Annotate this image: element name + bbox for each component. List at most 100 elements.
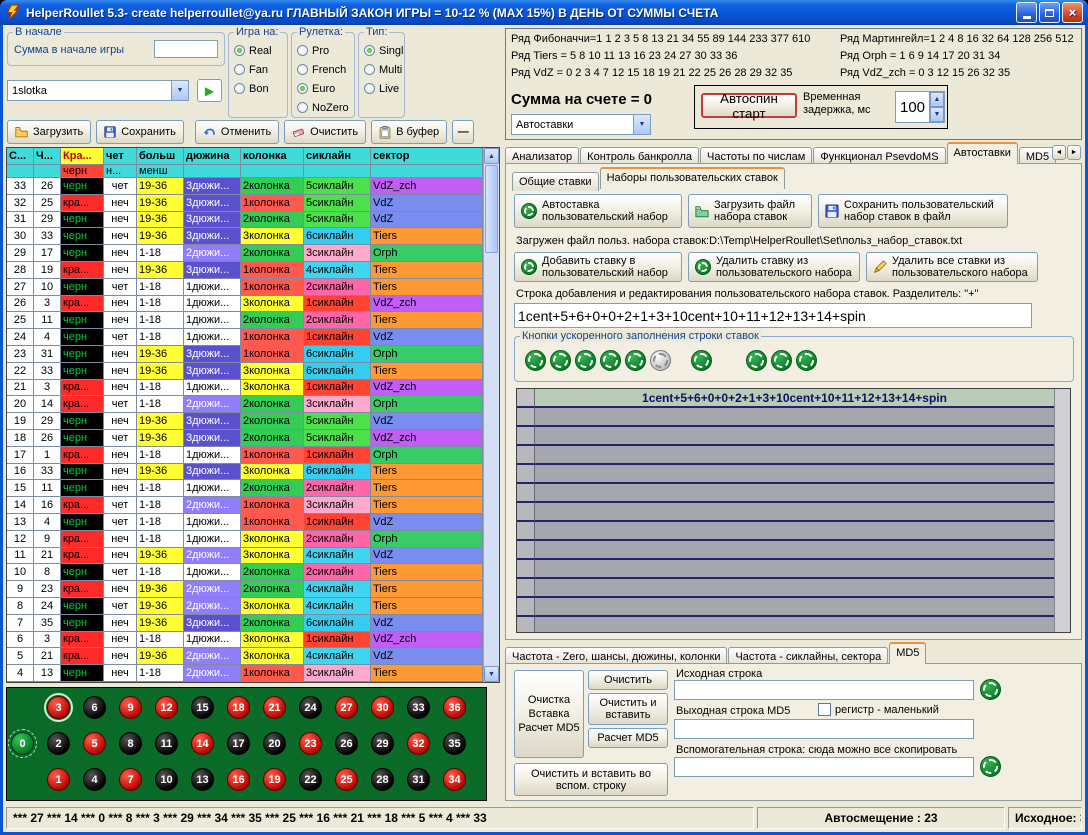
board-number-27[interactable]: 27	[335, 696, 358, 719]
column-header[interactable]: сиклайн	[304, 148, 371, 165]
board-number-18[interactable]: 18	[227, 696, 250, 719]
bets-string-input[interactable]	[514, 303, 1032, 328]
save-bets-file-button[interactable]: Сохранить пользовательский набор ставок …	[818, 194, 1008, 228]
column-header[interactable]: С...	[7, 148, 34, 165]
scroll-up-icon[interactable]: ▲	[484, 148, 499, 164]
board-number-25[interactable]: 25	[335, 768, 358, 791]
column-header[interactable]: больш	[137, 148, 184, 165]
radio-multi[interactable]: Multi	[359, 60, 404, 79]
chip-button-4[interactable]	[600, 350, 621, 371]
board-number-5[interactable]: 5	[83, 732, 106, 755]
delete-all-bets-button[interactable]: Удалить все ставки из пользовательского …	[866, 252, 1038, 282]
radio-fan[interactable]: Fan	[229, 60, 287, 79]
source-chip-button[interactable]	[980, 679, 1001, 700]
board-number-22[interactable]: 22	[299, 768, 322, 791]
board-number-23[interactable]: 23	[299, 732, 322, 755]
delete-bet-button[interactable]: Удалить ставку из пользовательского набо…	[688, 252, 860, 282]
spinner-up-icon[interactable]: ▲	[930, 92, 944, 107]
chip-button-5[interactable]	[625, 350, 646, 371]
undo-button[interactable]: Отменить	[195, 120, 279, 144]
table-scrollbar[interactable]: ▲ ▼	[483, 148, 499, 682]
board-number-34[interactable]: 34	[443, 768, 466, 791]
board-number-36[interactable]: 36	[443, 696, 466, 719]
autobets-select[interactable]: Автоставки ▼	[511, 114, 651, 135]
board-number-21[interactable]: 21	[263, 696, 286, 719]
autobet-user-set-button[interactable]: Автоставка пользовательский набор	[514, 194, 682, 228]
column-header[interactable]: дюжина	[184, 148, 241, 165]
radio-euro[interactable]: Euro	[292, 79, 354, 98]
start-sum-input[interactable]	[154, 40, 218, 58]
board-number-2[interactable]: 2	[47, 732, 70, 755]
title-bar[interactable]: HelperRoullet 5.3- create helperroullet@…	[0, 0, 1088, 25]
board-number-6[interactable]: 6	[83, 696, 106, 719]
source-string-input[interactable]	[674, 680, 974, 700]
clear-button[interactable]: Очистить	[284, 120, 366, 144]
radio-bon[interactable]: Bon	[229, 79, 287, 98]
board-number-20[interactable]: 20	[263, 732, 286, 755]
load-bets-file-button[interactable]: Загрузить файл набора ставок	[688, 194, 812, 228]
column-header[interactable]: Ч...	[34, 148, 61, 165]
board-number-15[interactable]: 15	[191, 696, 214, 719]
board-number-4[interactable]: 4	[83, 768, 106, 791]
delay-spinner[interactable]: 100 ▲ ▼	[895, 91, 945, 123]
chip-button-7[interactable]	[691, 350, 712, 371]
scroll-down-icon[interactable]: ▼	[484, 666, 499, 682]
md5-all-in-one-button[interactable]: Очистка Вставка Расчет MD5	[514, 670, 584, 758]
close-button[interactable]: ×	[1062, 2, 1083, 23]
column-header[interactable]: колонка	[241, 148, 304, 165]
radio-french[interactable]: French	[292, 60, 354, 79]
board-number-14[interactable]: 14	[191, 732, 214, 755]
collapse-button[interactable]: —	[452, 120, 474, 144]
minimize-button[interactable]	[1016, 2, 1037, 23]
board-number-33[interactable]: 33	[407, 696, 430, 719]
board-number-30[interactable]: 30	[371, 696, 394, 719]
board-number-7[interactable]: 7	[119, 768, 142, 791]
scrollbar-thumb[interactable]	[485, 165, 498, 253]
board-number-26[interactable]: 26	[335, 732, 358, 755]
subtab-наборы-пользовательских-ставок[interactable]: Наборы пользовательских ставок	[600, 167, 785, 189]
chevron-down-icon[interactable]: ▼	[633, 115, 650, 134]
tab-автоставки[interactable]: Автоставки	[947, 142, 1018, 164]
spinner-down-icon[interactable]: ▼	[930, 107, 944, 122]
board-number-12[interactable]: 12	[155, 696, 178, 719]
board-number-24[interactable]: 24	[299, 696, 322, 719]
chip-button-2[interactable]	[550, 350, 571, 371]
board-number-8[interactable]: 8	[119, 732, 142, 755]
board-number-16[interactable]: 16	[227, 768, 250, 791]
column-header[interactable]: Кра...	[61, 148, 104, 165]
md5-calc-button[interactable]: Расчет MD5	[588, 728, 668, 748]
scrollbar-track[interactable]	[484, 254, 499, 666]
board-number-29[interactable]: 29	[371, 732, 394, 755]
maximize-button[interactable]	[1039, 2, 1060, 23]
aux-string-input[interactable]	[674, 757, 974, 777]
copy-to-buffer-button[interactable]: В буфер	[371, 120, 447, 144]
board-number-0[interactable]: 0	[11, 732, 34, 755]
add-bet-button[interactable]: Добавить ставку в пользовательский набор	[514, 252, 682, 282]
column-header[interactable]: чет	[104, 148, 137, 165]
board-number-28[interactable]: 28	[371, 768, 394, 791]
chip-button-10[interactable]	[796, 350, 817, 371]
tab-scroll-left-button[interactable]: ◄	[1052, 145, 1066, 160]
chip-button-3[interactable]	[575, 350, 596, 371]
autospin-start-button[interactable]: Автоспин старт	[701, 93, 797, 118]
radio-nozero[interactable]: NoZero	[292, 98, 354, 117]
chip-button-9[interactable]	[771, 350, 792, 371]
load-button[interactable]: Загрузить	[7, 120, 91, 144]
radio-singl[interactable]: Singl	[359, 41, 404, 60]
board-number-35[interactable]: 35	[443, 732, 466, 755]
radio-real[interactable]: Real	[229, 41, 287, 60]
board-number-13[interactable]: 13	[191, 768, 214, 791]
board-number-10[interactable]: 10	[155, 768, 178, 791]
board-number-11[interactable]: 11	[155, 732, 178, 755]
save-button[interactable]: Сохранить	[96, 120, 184, 144]
board-number-17[interactable]: 17	[227, 732, 250, 755]
chevron-down-icon[interactable]: ▼	[171, 81, 188, 100]
output-string-input[interactable]	[674, 719, 974, 739]
column-header[interactable]: сектор	[371, 148, 483, 165]
chip-button-1[interactable]	[525, 350, 546, 371]
md5-clear-paste-button[interactable]: Очистить и вставить	[588, 693, 668, 725]
chip-button-6[interactable]	[650, 350, 671, 371]
board-number-1[interactable]: 1	[47, 768, 70, 791]
radio-live[interactable]: Live	[359, 79, 404, 98]
tab-md5[interactable]: MD5	[889, 642, 926, 664]
